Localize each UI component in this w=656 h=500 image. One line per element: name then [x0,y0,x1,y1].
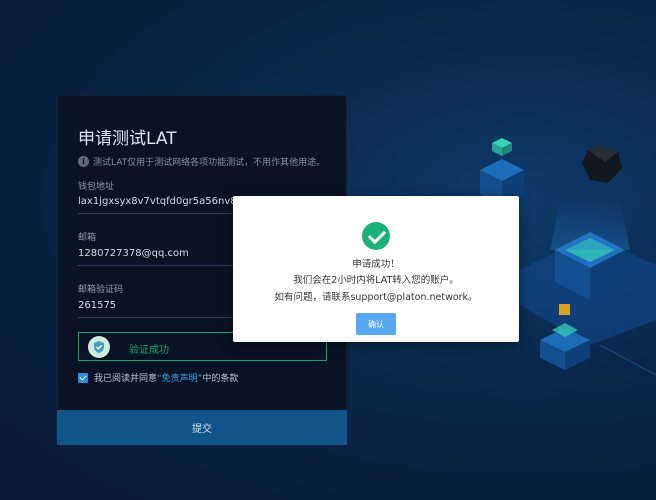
confirm-button[interactable]: 确认 [356,313,396,335]
info-icon: i [78,156,89,167]
code-label: 邮箱验证码 [78,285,124,295]
form-title: 申请测试LAT [78,129,177,149]
success-dialog: 申请成功！ 我们会在2小时内将LAT转入您的账户。 如有问题，请联系suppor… [233,196,519,342]
email-label: 邮箱 [78,233,97,243]
agree-prefix: 我已阅读并同意 [94,374,158,384]
wallet-label: 钱包地址 [78,182,115,192]
dialog-contact: 如有问题，请联系support@platon.network。 [274,292,478,303]
verify-status: 验证成功 [129,345,169,356]
agree-suffix: 中的条款 [202,374,239,384]
notice-text: 测试LAT仅用于测试网络各项功能测试，不用作其他用途。 [93,158,326,168]
shield-icon [88,336,110,358]
check-circle-icon [362,222,390,250]
agreement-row: 我已阅读并同意 “免责声明” 中的条款 [78,371,238,384]
dialog-message: 我们会在2小时内将LAT转入您的账户。 [293,275,459,286]
notice: i 测试LAT仅用于测试网络各项功能测试，不用作其他用途。 [78,155,325,168]
agree-checkbox[interactable] [78,372,88,383]
dialog-title: 申请成功！ [352,259,400,270]
disclaimer-link[interactable]: “免责声明” [157,371,202,384]
submit-button[interactable]: 提交 [57,410,347,445]
